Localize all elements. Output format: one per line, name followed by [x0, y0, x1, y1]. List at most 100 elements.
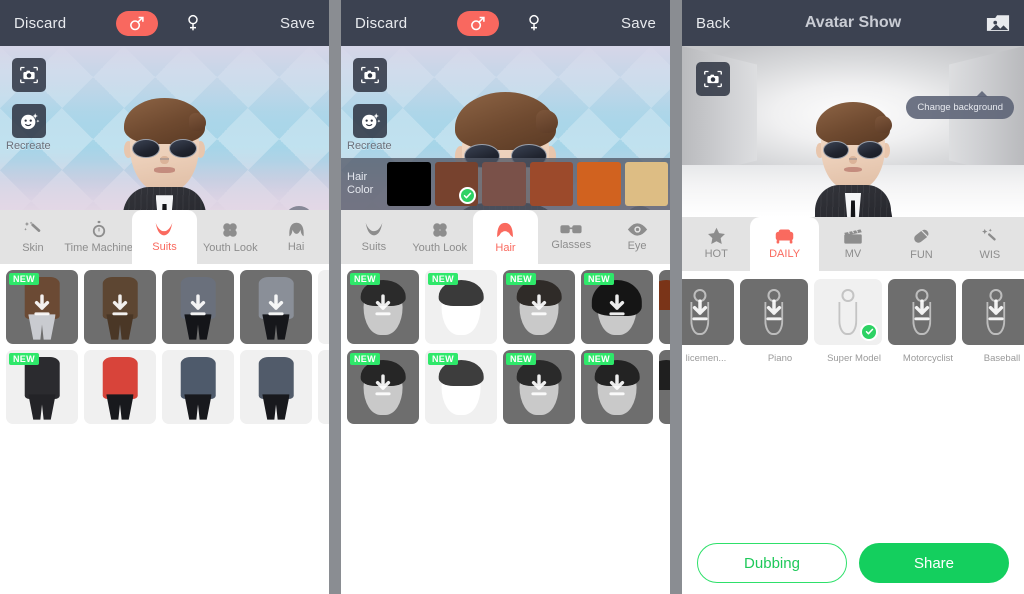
suit-thumbnail — [84, 350, 156, 424]
suit-item[interactable]: NEW — [6, 350, 78, 424]
tab-wish[interactable]: WIS — [956, 217, 1024, 271]
tab-fun-label: FUN — [910, 248, 933, 261]
face-sparkle-icon — [361, 112, 380, 129]
save-button[interactable]: Save — [280, 15, 315, 32]
scene-item[interactable] — [740, 278, 808, 345]
avatar-hair — [454, 92, 559, 150]
panel-separator — [329, 0, 341, 594]
camera-icon — [704, 70, 722, 88]
scene-figure — [834, 289, 863, 336]
suit-item-partial[interactable] — [318, 350, 329, 424]
tab-eye-label: Eye — [627, 240, 647, 252]
panel3-scene-grid[interactable]: licemen... Piano Super Model Motorcyclis… — [682, 270, 1024, 536]
tab-fun[interactable]: FUN — [887, 217, 955, 271]
hair-item-partial[interactable] — [659, 270, 670, 344]
tab-wish-label: WIS — [979, 248, 1001, 261]
tab-hair[interactable]: Hair — [472, 210, 539, 264]
suit-item-partial[interactable] — [318, 270, 329, 344]
hair-item[interactable]: NEW — [503, 350, 575, 424]
suit-item[interactable] — [84, 350, 156, 424]
avatar-head — [123, 98, 207, 194]
suit-item[interactable]: NEW — [6, 270, 78, 344]
download-arrow-icon — [375, 374, 391, 396]
scene-item[interactable] — [888, 278, 956, 345]
tab-suits[interactable]: Suits — [341, 210, 407, 264]
download-arrow-icon — [268, 294, 284, 316]
discard-button[interactable]: Discard — [14, 15, 66, 32]
hair-item[interactable]: NEW — [347, 270, 419, 344]
panel2-hair-grid[interactable]: NEW NEW NEW NEW NEW NEW NEW NEW — [341, 264, 670, 594]
gender-male-button[interactable] — [115, 10, 158, 36]
gender-female-button[interactable] — [172, 11, 214, 36]
gender-male-button[interactable] — [456, 10, 499, 36]
suit-item[interactable] — [84, 270, 156, 344]
tab-youth-look-label: Youth Look — [202, 241, 258, 254]
tab-mv[interactable]: MV — [819, 217, 887, 271]
hair-thumbnail — [659, 270, 670, 344]
camera-capture-button[interactable] — [12, 58, 46, 92]
tab-eye[interactable]: Eye — [604, 210, 670, 264]
scene-item-label: Baseball — [983, 352, 1021, 364]
hair-item[interactable]: NEW — [425, 350, 497, 424]
hair-item[interactable]: NEW — [347, 350, 419, 424]
change-background-tooltip[interactable]: Change background — [906, 91, 1014, 119]
tab-daily[interactable]: DAILY — [750, 216, 819, 271]
back-button[interactable]: Back — [696, 15, 730, 32]
tab-hair[interactable]: Hai — [263, 210, 329, 264]
suit-top — [258, 357, 294, 399]
hair-item[interactable]: NEW — [425, 270, 497, 344]
scene-item[interactable] — [682, 278, 734, 345]
discard-button[interactable]: Discard — [355, 15, 407, 32]
download-arrow-icon — [190, 294, 206, 316]
suit-item[interactable] — [162, 270, 234, 344]
scene-item[interactable] — [962, 278, 1024, 345]
tab-youth-look[interactable]: Youth Look — [407, 210, 473, 264]
dubbing-button[interactable]: Dubbing — [697, 543, 847, 583]
camera-capture-button[interactable] — [353, 58, 387, 92]
star-icon — [707, 227, 725, 244]
suit-item[interactable] — [240, 270, 312, 344]
scene-item-selected[interactable] — [814, 278, 882, 345]
suits-grid-row-2: NEW — [6, 350, 329, 424]
hair-thumbnail — [659, 350, 670, 424]
suit-item[interactable] — [240, 350, 312, 424]
camera-capture-button[interactable] — [696, 62, 730, 96]
hair-item[interactable]: NEW — [581, 270, 653, 344]
suit-bottom — [28, 394, 56, 420]
suit-bottom — [262, 394, 290, 420]
hair-item-partial[interactable] — [659, 350, 670, 424]
magic-wand-icon — [24, 221, 41, 232]
panel1-suits-grid[interactable]: NEW NEW — [0, 264, 329, 594]
new-badge: NEW — [350, 353, 380, 365]
clover-icon — [223, 222, 238, 237]
recreate-button[interactable] — [12, 104, 46, 138]
hair-color-label-line1: Hair — [347, 171, 368, 183]
wish-sparkle-icon — [982, 228, 997, 240]
suit-item[interactable] — [162, 350, 234, 424]
avatar-hair — [815, 102, 892, 146]
hair-color-swatch[interactable] — [577, 162, 621, 206]
hair-item[interactable]: NEW — [581, 350, 653, 424]
avatar-head — [814, 102, 892, 192]
tab-youth-look[interactable]: Youth Look — [197, 210, 263, 264]
avatar-preview[interactable] — [105, 98, 225, 210]
panel-avatar-show: Back Avatar Show Change background HOT D… — [682, 0, 1024, 594]
share-button[interactable]: Share — [859, 543, 1009, 583]
hair-item[interactable]: NEW — [503, 270, 575, 344]
hair-color-swatch[interactable] — [387, 162, 431, 206]
photo-picker-button[interactable] — [986, 13, 1010, 34]
hair-color-swatch[interactable] — [482, 162, 526, 206]
tab-skin[interactable]: Skin — [0, 210, 66, 264]
hair-color-swatch[interactable] — [624, 162, 668, 206]
recreate-button[interactable] — [353, 104, 387, 138]
tab-time-machine[interactable]: Time Machine — [64, 210, 133, 264]
tab-hot[interactable]: HOT — [682, 217, 750, 271]
tab-suits[interactable]: Suits — [131, 210, 198, 264]
save-button[interactable]: Save — [621, 15, 656, 32]
avatar-preview[interactable] — [797, 102, 909, 217]
selected-check-badge — [860, 322, 878, 341]
hair-color-swatch-selected[interactable] — [434, 162, 478, 206]
hair-color-swatch[interactable] — [529, 162, 573, 206]
gender-female-button[interactable] — [513, 11, 555, 36]
tab-glasses[interactable]: Glasses — [538, 210, 604, 264]
